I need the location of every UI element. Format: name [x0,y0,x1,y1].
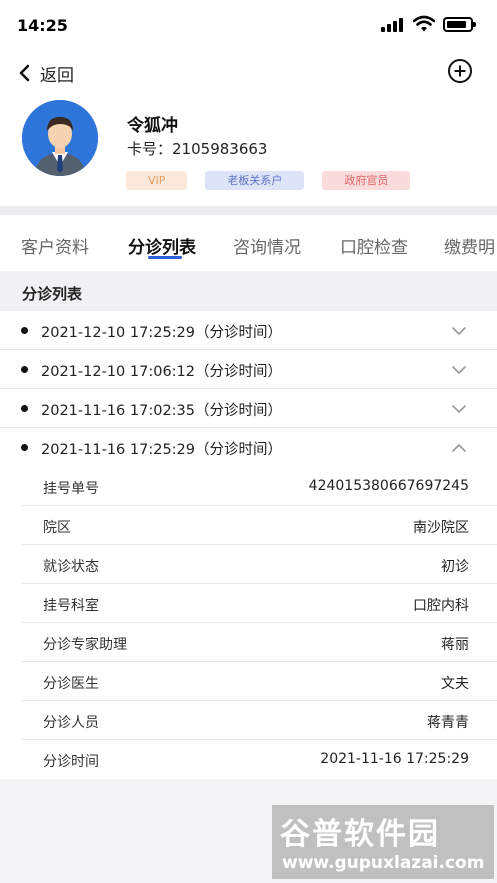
back-arrow-icon [19,64,30,82]
card-number: 2105983663 [172,140,268,158]
detail-value: 424015380667697245 [308,478,469,494]
wifi-icon [413,15,435,32]
triage-time: 2021-11-16 17:25:29（分诊时间） [41,442,282,458]
bullet-dot [21,327,28,334]
detail-label: 分诊医生 [43,676,99,692]
detail-row-registration-no: 挂号单号 424015380667697245 [21,467,497,506]
chevron-down-icon[interactable] [451,362,467,378]
list-item-expanded[interactable]: 2021-11-16 17:25:29（分诊时间） [0,428,497,467]
card-label: 卡号： [127,140,173,158]
detail-label: 分诊人员 [43,715,99,731]
bullet-dot [21,366,28,373]
tab-triage-list[interactable]: 分诊列表 [128,233,196,258]
person-avatar-icon [22,100,98,176]
detail-row-department: 挂号科室 口腔内科 [21,584,497,623]
detail-value: 口腔内科 [413,598,469,614]
chevron-down-icon[interactable] [451,401,467,417]
triage-time: 2021-12-10 17:06:12（分诊时间） [41,364,282,380]
detail-label: 挂号科室 [43,598,99,614]
detail-row-visit-status: 就诊状态 初诊 [21,545,497,584]
chevron-down-icon[interactable] [451,323,467,339]
detail-value: 初诊 [441,559,469,575]
status-bar: 14:25 [0,0,497,50]
detail-row-triage-time: 分诊时间 2021-11-16 17:25:29 [21,740,497,779]
detail-label: 就诊状态 [43,559,99,575]
detail-value: 南沙院区 [413,520,469,536]
card-number-row: 卡号：2105983663 [127,138,267,159]
triage-list: 2021-12-10 17:25:29（分诊时间） 2021-12-10 17:… [0,311,497,779]
triage-detail: 挂号单号 424015380667697245 院区 南沙院区 就诊状态 初诊 … [0,467,497,779]
detail-row-campus: 院区 南沙院区 [21,506,497,545]
page: 14:25 返回 令狐冲 卡号：2105983663 VIP 老板关系户 政府官… [0,0,497,883]
triage-time: 2021-12-10 17:25:29（分诊时间） [41,325,282,341]
section-title: 分诊列表 [22,285,83,303]
tag-government-official: 政府官员 [322,171,411,190]
back-label: 返回 [40,65,74,86]
bullet-dot [21,444,28,451]
detail-row-staff: 分诊人员 蒋青青 [21,701,497,740]
detail-label: 院区 [43,520,71,536]
detail-value: 2021-11-16 17:25:29 [320,751,469,767]
customer-name: 令狐冲 [127,116,178,136]
watermark-title: 谷普软件园 [280,817,440,852]
list-item[interactable]: 2021-11-16 17:02:35（分诊时间） [0,389,497,428]
tab-oral-exam[interactable]: 口腔检查 [340,233,408,258]
status-time: 14:25 [17,16,68,35]
detail-value: 蒋青青 [427,715,469,731]
tab-consultation[interactable]: 咨询情况 [233,233,301,258]
detail-value: 文夫 [441,676,469,692]
tab-payment[interactable]: 缴费明 [444,233,495,258]
detail-label: 分诊专家助理 [43,637,127,653]
list-item[interactable]: 2021-12-10 17:06:12（分诊时间） [0,350,497,389]
triage-time: 2021-11-16 17:02:35（分诊时间） [41,403,282,419]
watermark-url: www.gupuxlazai.com [282,853,485,873]
customer-profile: 令狐冲 卡号：2105983663 VIP 老板关系户 政府官员 [0,94,497,206]
tag-boss-relation: 老板关系户 [205,171,305,190]
detail-label: 挂号单号 [43,481,99,497]
detail-row-expert-assistant: 分诊专家助理 蒋丽 [21,623,497,662]
customer-tags: VIP 老板关系户 政府官员 [126,171,411,190]
list-item[interactable]: 2021-12-10 17:25:29（分诊时间） [0,311,497,350]
back-button[interactable]: 返回 [14,60,74,86]
tab-customer-info[interactable]: 客户资料 [21,233,89,258]
chevron-up-icon[interactable] [451,440,467,456]
battery-icon [443,17,476,32]
active-tab-indicator [148,256,182,259]
detail-row-doctor: 分诊医生 文夫 [21,662,497,701]
bullet-dot [21,405,28,412]
avatar [22,100,98,176]
detail-value: 蒋丽 [441,637,469,653]
cellular-signal-icon [381,18,407,32]
tag-vip: VIP [126,171,188,190]
section-header: 分诊列表 [0,271,497,311]
detail-label: 分诊时间 [43,754,99,770]
tab-bar: 客户资料 分诊列表 咨询情况 口腔检查 缴费明 [0,215,497,271]
divider [0,206,497,215]
add-plus-icon[interactable] [448,59,472,83]
watermark: 谷普软件园 www.gupuxlazai.com [272,805,494,879]
nav-bar: 返回 [0,50,497,94]
